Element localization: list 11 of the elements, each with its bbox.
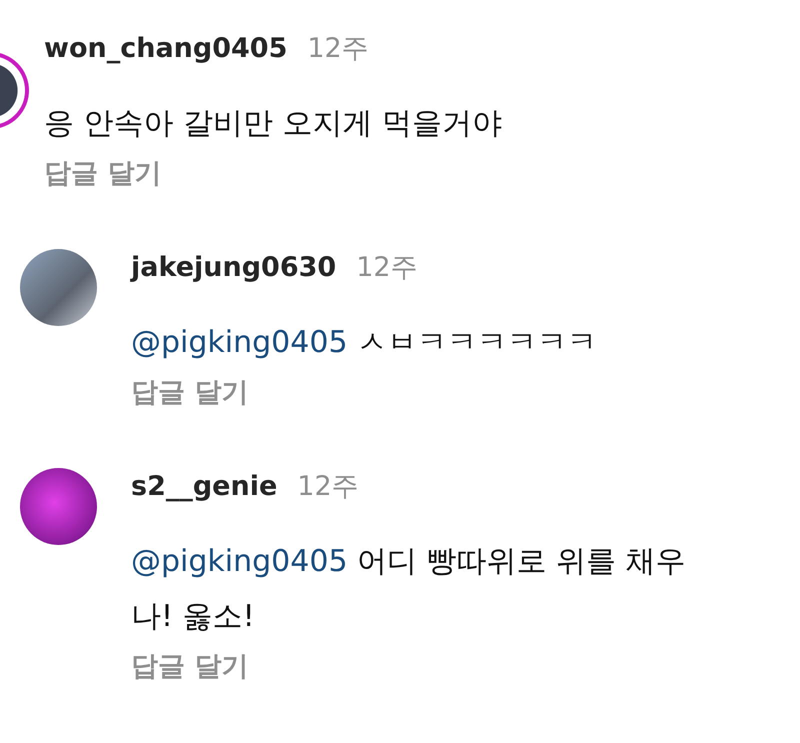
timestamp: 12주 xyxy=(297,470,359,504)
timestamp: 12주 xyxy=(307,32,369,66)
mention-link[interactable]: @pigking0405 xyxy=(131,325,348,360)
comment-text: 응 안속아 갈비만 오지게 먹을거야 xyxy=(44,105,502,143)
comment-text: @pigking0405 어디 빵따위로 위를 채우나! 옳소! xyxy=(131,543,687,636)
username[interactable]: jakejung0630 xyxy=(131,252,336,283)
username[interactable]: won_chang0405 xyxy=(44,33,288,64)
comment-text: @pigking0405 ㅅㅂㅋㅋㅋㅋㅋㅋ xyxy=(131,324,598,362)
username[interactable]: s2__genie xyxy=(131,471,278,502)
timestamp: 12주 xyxy=(356,251,418,285)
mention-link[interactable]: @pigking0405 xyxy=(131,544,348,579)
